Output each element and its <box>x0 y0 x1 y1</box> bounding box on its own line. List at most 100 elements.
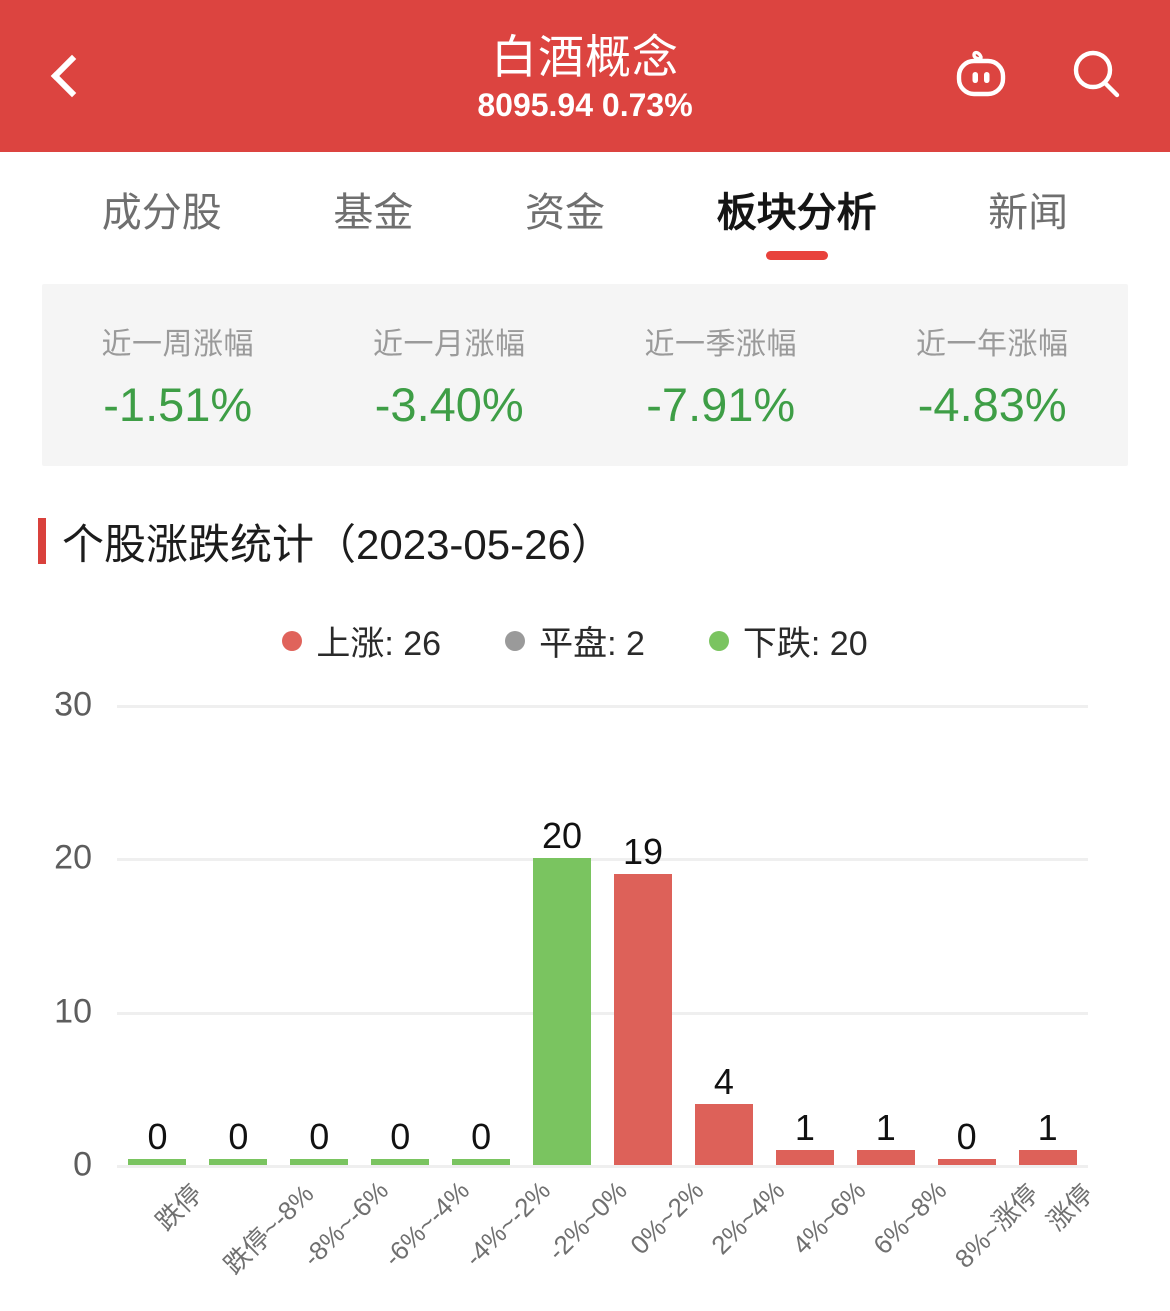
stat-month: 近一月涨幅 -3.40% <box>314 319 586 432</box>
y-axis-tick-label: 20 <box>54 838 92 877</box>
x-axis-tick: -8%~-6% <box>279 1169 394 1279</box>
bar-slot[interactable]: 0 <box>926 705 1007 1165</box>
bar-value-label: 20 <box>542 815 583 857</box>
bar[interactable]: 1 <box>856 1109 915 1165</box>
x-axis-tick: -2%~0% <box>522 1169 633 1279</box>
section-accent-bar <box>38 518 46 564</box>
bar[interactable]: 0 <box>452 1119 511 1165</box>
bar-value-label: 0 <box>228 1116 249 1157</box>
legend-dot-up <box>282 630 303 651</box>
bar-slot[interactable]: 1 <box>764 705 845 1165</box>
legend-label-up: 上涨: 26 <box>316 625 442 663</box>
bar-value-label: 0 <box>147 1116 168 1157</box>
stat-label: 近一周涨幅 <box>101 327 254 361</box>
bar-slot[interactable]: 0 <box>441 705 522 1165</box>
bar-value-label: 1 <box>875 1106 896 1148</box>
app-header: 白酒概念 8095.94 0.73% <box>0 0 1170 152</box>
bar[interactable]: 4 <box>694 1063 753 1165</box>
x-axis-tick: 4%~6% <box>764 1169 871 1279</box>
bar-slot[interactable]: 19 <box>603 705 684 1165</box>
bar[interactable]: 0 <box>128 1119 187 1165</box>
grid-line <box>117 1165 1088 1168</box>
bar-slot[interactable]: 4 <box>683 705 764 1165</box>
index-value: 8095.94 0.73% <box>477 87 693 124</box>
bar[interactable]: 0 <box>371 1119 430 1165</box>
bar[interactable]: 19 <box>613 833 672 1165</box>
x-axis-tick: 涨停 <box>1007 1169 1098 1279</box>
bar-value-label: 0 <box>471 1116 492 1157</box>
back-button[interactable] <box>44 38 100 114</box>
bar-value-label: 1 <box>1037 1106 1058 1148</box>
stat-value: -4.83% <box>917 377 1067 431</box>
header-actions <box>948 42 1130 108</box>
tab-capital[interactable]: 资金 <box>521 172 609 264</box>
tab-funds[interactable]: 基金 <box>329 172 417 264</box>
bar-value-label: 19 <box>622 830 664 872</box>
stat-value: -1.51% <box>103 377 253 431</box>
bar[interactable]: 0 <box>937 1119 996 1165</box>
legend-label-down: 下跌: 20 <box>742 625 868 663</box>
chart-bars: 0 0 0 0 0 20 19 4 1 1 0 1 <box>117 705 1088 1165</box>
chart-plot-area: 0 0 0 0 0 20 19 4 1 1 0 1 <box>117 705 1088 1165</box>
x-axis-tick: 6%~8% <box>845 1169 952 1279</box>
bar-slot[interactable]: 0 <box>198 705 279 1165</box>
stat-label: 近一年涨幅 <box>916 327 1069 361</box>
bar-slot[interactable]: 20 <box>522 705 603 1165</box>
robot-assistant-icon <box>956 50 1006 97</box>
bar-value-label: 0 <box>956 1116 977 1157</box>
y-axis-tick-label: 10 <box>54 992 92 1031</box>
section-header: 个股涨跌统计（2023-05-26） <box>38 510 1170 572</box>
bar[interactable]: 20 <box>533 818 592 1165</box>
stat-week: 近一周涨幅 -1.51% <box>42 319 314 432</box>
stat-quarter: 近一季涨幅 -7.91% <box>585 319 857 432</box>
stat-value: -7.91% <box>646 377 796 431</box>
stats-panel: 近一周涨幅 -1.51% 近一月涨幅 -3.40% 近一季涨幅 -7.91% 近… <box>42 284 1128 466</box>
x-axis-tick: 跌停~-8% <box>198 1169 319 1280</box>
y-axis-tick-label: 30 <box>54 685 92 724</box>
chevron-left-icon <box>50 54 94 98</box>
bar-slot[interactable]: 0 <box>279 705 360 1165</box>
section-title-text: 个股涨跌统计（2023-05-26） <box>62 520 613 568</box>
tab-bar: 成分股 基金 资金 板块分析 新闻 <box>0 152 1170 284</box>
robot-assistant-button[interactable] <box>948 42 1014 108</box>
legend-dot-flat <box>505 630 526 651</box>
page-title: 白酒概念 <box>490 31 679 84</box>
legend-item-up[interactable]: 上涨: 26 <box>282 616 441 665</box>
x-axis-tick: 2%~4% <box>683 1169 790 1279</box>
bar-slot[interactable]: 0 <box>117 705 198 1165</box>
bar-slot[interactable]: 1 <box>1007 705 1088 1165</box>
x-axis-tick-label: 涨停 <box>1040 1178 1099 1237</box>
stat-label: 近一季涨幅 <box>644 327 797 361</box>
stats-panel-wrap: 近一周涨幅 -1.51% 近一月涨幅 -3.40% 近一季涨幅 -7.91% 近… <box>0 284 1170 466</box>
bar[interactable]: 0 <box>209 1119 268 1165</box>
bar[interactable]: 0 <box>290 1119 349 1165</box>
search-button[interactable] <box>1064 42 1130 108</box>
bar-value-label: 0 <box>309 1116 330 1157</box>
stat-year: 近一年涨幅 -4.83% <box>857 319 1129 432</box>
chart-x-axis: 跌停 跌停~-8% -8%~-6% -6%~-4% -4%~-2% -2%~0% 0%~2%… <box>117 1169 1098 1280</box>
tab-news[interactable]: 新闻 <box>984 172 1072 264</box>
x-axis-tick: 0%~2% <box>603 1169 709 1279</box>
stat-value: -3.40% <box>374 377 524 431</box>
bar-value-label: 4 <box>713 1060 734 1102</box>
bar-slot[interactable]: 1 <box>845 705 926 1165</box>
distribution-bar-chart: 0 10 20 30 0 0 0 0 0 20 19 4 1 1 0 1 <box>0 686 1170 1184</box>
x-axis-tick: -6%~-4% <box>360 1169 475 1279</box>
x-axis-tick: -4%~-2% <box>441 1169 556 1279</box>
legend-item-down[interactable]: 下跌: 20 <box>708 616 868 665</box>
tab-components[interactable]: 成分股 <box>98 172 226 264</box>
x-axis-tick: 跌停 <box>117 1169 208 1279</box>
legend-label-flat: 平盘: 2 <box>539 625 645 663</box>
legend-dot-down <box>708 630 729 651</box>
bar-value-label: 0 <box>390 1116 411 1157</box>
header-title-block: 白酒概念 8095.94 0.73% <box>477 33 692 123</box>
bar[interactable]: 1 <box>775 1109 834 1165</box>
tab-sector-analysis[interactable]: 板块分析 <box>713 172 881 264</box>
bar[interactable]: 1 <box>1018 1109 1077 1165</box>
search-icon <box>1073 50 1120 98</box>
x-axis-tick: 8%~涨停 <box>926 1169 1044 1279</box>
y-axis-tick-label: 0 <box>73 1145 92 1184</box>
bar-slot[interactable]: 0 <box>360 705 441 1165</box>
legend-item-flat[interactable]: 平盘: 2 <box>505 616 645 665</box>
chart-legend: 上涨: 26 平盘: 2 下跌: 20 <box>0 616 1170 665</box>
